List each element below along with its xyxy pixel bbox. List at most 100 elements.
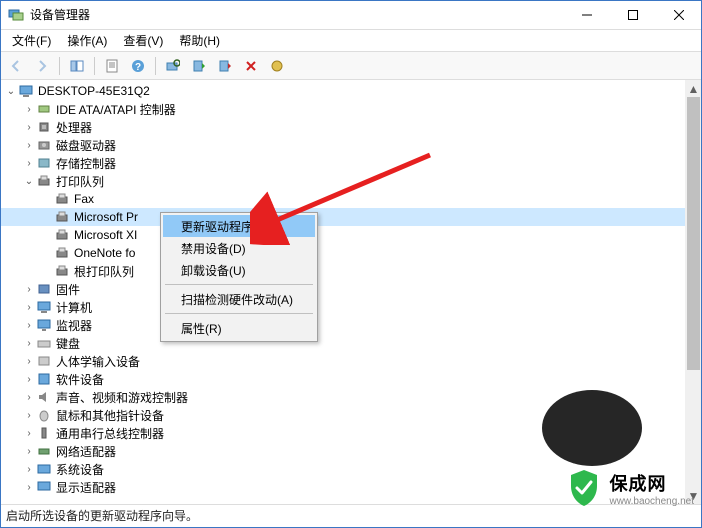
mouse-icon	[36, 407, 52, 423]
expander-closed-icon[interactable]: ›	[22, 122, 36, 133]
context-menu: 更新驱动程序(P) 禁用设备(D) 卸载设备(U) 扫描检测硬件改动(A) 属性…	[160, 212, 318, 342]
tree-storage[interactable]: › 存储控制器	[0, 154, 685, 172]
expander-closed-icon[interactable]: ›	[22, 482, 36, 493]
menu-file[interactable]: 文件(F)	[4, 30, 59, 51]
add-legacy-button[interactable]	[265, 55, 289, 77]
ctx-separator	[165, 313, 313, 314]
display-icon	[36, 479, 52, 495]
app-icon	[8, 7, 24, 23]
tree-software[interactable]: › 软件设备	[0, 370, 685, 388]
status-text: 启动所选设备的更新驱动程序向导。	[6, 507, 198, 524]
computer-icon	[36, 299, 52, 315]
window-controls	[564, 0, 702, 30]
expander-open-icon[interactable]: ⌄	[22, 176, 36, 187]
minimize-button[interactable]	[564, 0, 610, 30]
monitor-icon	[36, 317, 52, 333]
expander-closed-icon[interactable]: ›	[22, 140, 36, 151]
menu-help[interactable]: 帮助(H)	[171, 30, 228, 51]
tree-firmware[interactable]: › 固件	[0, 280, 685, 298]
menu-bar: 文件(F) 操作(A) 查看(V) 帮助(H)	[0, 30, 702, 52]
expander-closed-icon[interactable]: ›	[22, 302, 36, 313]
watermark: 保成网 www.baocheng.net	[567, 468, 694, 508]
software-icon	[36, 371, 52, 387]
expander-closed-icon[interactable]: ›	[22, 428, 36, 439]
printer-icon	[54, 245, 70, 261]
watermark-url: www.baocheng.net	[609, 496, 694, 507]
hid-icon	[36, 353, 52, 369]
menu-action[interactable]: 操作(A)	[59, 30, 115, 51]
scroll-thumb[interactable]	[687, 97, 700, 370]
ctx-properties[interactable]: 属性(R)	[163, 317, 315, 339]
usb-icon	[36, 425, 52, 441]
storage-icon	[36, 155, 52, 171]
tree-rootprint[interactable]: 根打印队列	[0, 262, 685, 280]
svg-text:?: ?	[135, 62, 141, 73]
tree-cpu[interactable]: › 处理器	[0, 118, 685, 136]
scroll-up-button[interactable]: ▲	[685, 80, 702, 97]
watermark-brand: 保成网	[609, 470, 694, 496]
help-button[interactable]: ?	[126, 55, 150, 77]
tree-root[interactable]: ⌄ DESKTOP-45E31Q2	[0, 82, 685, 100]
tree-monitor[interactable]: › 监视器	[0, 316, 685, 334]
printer-icon	[54, 191, 70, 207]
menu-view[interactable]: 查看(V)	[115, 30, 171, 51]
tree-hid[interactable]: › 人体学输入设备	[0, 352, 685, 370]
expander-closed-icon[interactable]: ›	[22, 464, 36, 475]
tree-onenote[interactable]: OneNote fo	[0, 244, 685, 262]
printer-icon	[54, 263, 70, 279]
computer-icon	[18, 83, 34, 99]
expander-closed-icon[interactable]: ›	[22, 392, 36, 403]
scan-hardware-button[interactable]	[161, 55, 185, 77]
expander-closed-icon[interactable]: ›	[22, 410, 36, 421]
expander-closed-icon[interactable]: ›	[22, 104, 36, 115]
close-button[interactable]	[656, 0, 702, 30]
keyboard-icon	[36, 335, 52, 351]
printer-icon	[54, 209, 70, 225]
network-icon	[36, 443, 52, 459]
toolbar: ?	[0, 52, 702, 80]
sound-icon	[36, 389, 52, 405]
expander-closed-icon[interactable]: ›	[22, 446, 36, 457]
ctx-update-driver[interactable]: 更新驱动程序(P)	[163, 215, 315, 237]
vertical-scrollbar[interactable]: ▲ ▼	[685, 80, 702, 504]
uninstall-button[interactable]	[239, 55, 263, 77]
expander-open-icon[interactable]: ⌄	[4, 86, 18, 97]
firmware-icon	[36, 281, 52, 297]
tree-msxps[interactable]: Microsoft XI	[0, 226, 685, 244]
title-bar: 设备管理器	[0, 0, 702, 30]
tree-ide[interactable]: › IDE ATA/ATAPI 控制器	[0, 100, 685, 118]
expander-closed-icon[interactable]: ›	[22, 158, 36, 169]
window-title: 设备管理器	[30, 6, 564, 23]
ctx-disable-device[interactable]: 禁用设备(D)	[163, 237, 315, 259]
tree-disk[interactable]: › 磁盘驱动器	[0, 136, 685, 154]
printer-icon	[54, 227, 70, 243]
expander-closed-icon[interactable]: ›	[22, 356, 36, 367]
properties-button[interactable]	[100, 55, 124, 77]
expander-closed-icon[interactable]: ›	[22, 320, 36, 331]
background-decoration	[512, 388, 642, 468]
tree-fax[interactable]: Fax	[0, 190, 685, 208]
expander-closed-icon[interactable]: ›	[22, 338, 36, 349]
ctx-scan-hardware[interactable]: 扫描检测硬件改动(A)	[163, 288, 315, 310]
printer-icon	[36, 173, 52, 189]
tree-computer[interactable]: › 计算机	[0, 298, 685, 316]
ide-icon	[36, 101, 52, 117]
tree-msprint[interactable]: Microsoft Pr	[0, 208, 685, 226]
forward-button[interactable]	[30, 55, 54, 77]
disable-button[interactable]	[213, 55, 237, 77]
disk-icon	[36, 137, 52, 153]
tree-print-queue[interactable]: ⌄ 打印队列	[0, 172, 685, 190]
ctx-uninstall-device[interactable]: 卸载设备(U)	[163, 259, 315, 281]
ctx-separator	[165, 284, 313, 285]
cpu-icon	[36, 119, 52, 135]
update-driver-button[interactable]	[187, 55, 211, 77]
back-button[interactable]	[4, 55, 28, 77]
tree-keyboard[interactable]: › 键盘	[0, 334, 685, 352]
expander-closed-icon[interactable]: ›	[22, 374, 36, 385]
scroll-track[interactable]	[685, 97, 702, 487]
show-hide-tree-button[interactable]	[65, 55, 89, 77]
maximize-button[interactable]	[610, 0, 656, 30]
system-icon	[36, 461, 52, 477]
expander-closed-icon[interactable]: ›	[22, 284, 36, 295]
shield-icon	[567, 468, 601, 508]
